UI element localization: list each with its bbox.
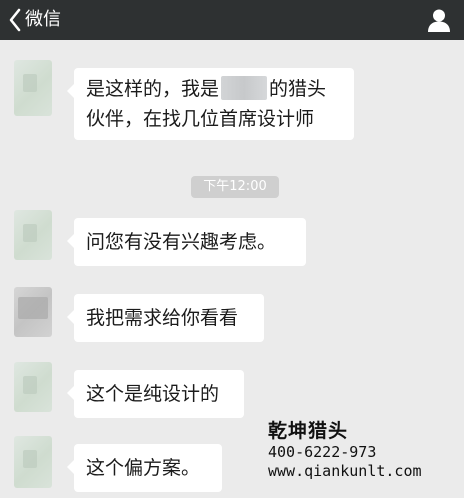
- message-bubble-5[interactable]: 这个偏方案。: [67, 444, 222, 492]
- watermark-url: www.qiankunlt.com: [268, 462, 422, 480]
- sender-avatar[interactable]: [14, 60, 52, 116]
- message-text-5: 这个偏方案。: [86, 457, 201, 479]
- person-icon: [426, 9, 452, 37]
- chat-area[interactable]: 是这样的，我是 的猎头 伙伴，在找几位首席设计师 下午12:00 问您有没有兴趣考…: [0, 40, 464, 498]
- message-text-1a: 是这样的，我是: [86, 78, 220, 100]
- message-bubble-2[interactable]: 问您有没有兴趣考虑。: [67, 218, 306, 266]
- message-text-4: 这个是纯设计的: [86, 383, 220, 405]
- message-text-1b: 的猎头: [269, 78, 327, 100]
- message-bubble-4[interactable]: 这个是纯设计的: [67, 370, 244, 418]
- top-bar: 微信: [0, 0, 464, 40]
- back-button[interactable]: 微信: [8, 6, 61, 34]
- message-text-2: 问您有没有兴趣考虑。: [86, 231, 277, 253]
- sender-avatar[interactable]: [14, 362, 52, 412]
- message-bubble-3[interactable]: 我把需求给你看看: [67, 294, 264, 342]
- watermark: 乾坤猎头 400-6222-973 www.qiankunlt.com: [268, 422, 422, 479]
- sender-avatar[interactable]: [14, 436, 52, 488]
- back-label: 微信: [25, 9, 61, 30]
- timestamp: 下午12:00: [191, 176, 279, 198]
- watermark-brand: 乾坤猎头: [268, 420, 349, 442]
- sender-avatar[interactable]: [14, 287, 52, 337]
- message-text-3: 我把需求给你看看: [86, 307, 239, 329]
- chevron-left-icon: [8, 8, 22, 32]
- message-text-1c: 伙伴，在找几位首席设计师: [86, 108, 315, 130]
- chat-info-button[interactable]: [426, 7, 452, 33]
- message-bubble-1[interactable]: 是这样的，我是 的猎头 伙伴，在找几位首席设计师: [67, 68, 354, 140]
- redacted-name: [221, 76, 268, 100]
- sender-avatar[interactable]: [14, 210, 52, 260]
- watermark-phone: 400-6222-973: [268, 443, 377, 461]
